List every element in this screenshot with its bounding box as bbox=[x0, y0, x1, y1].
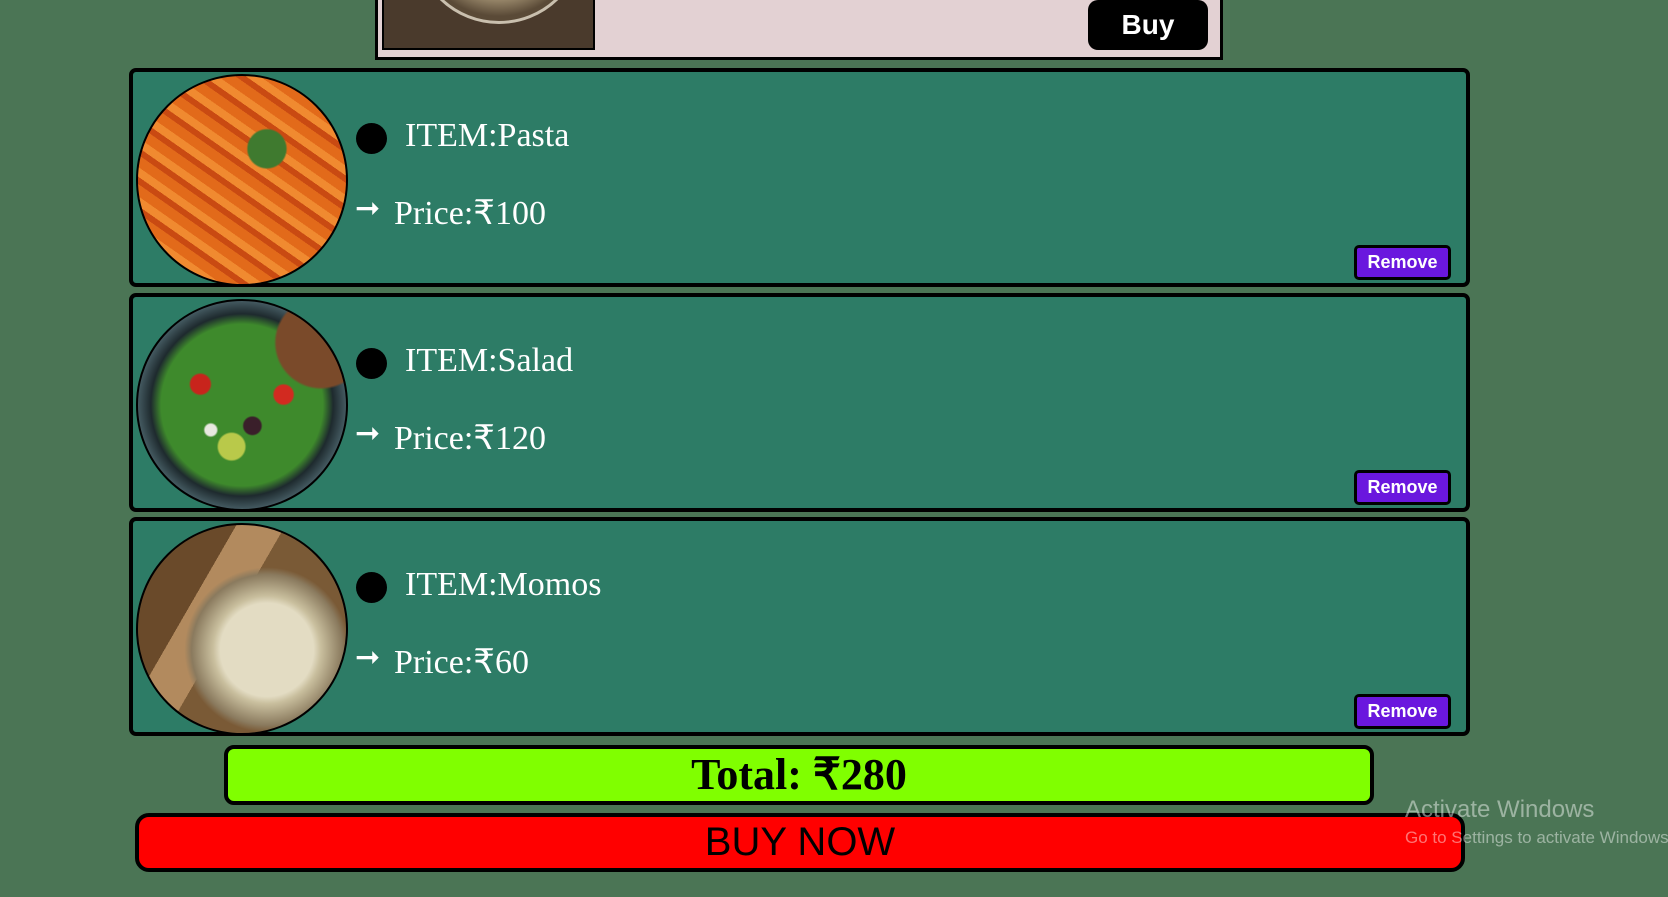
cart-item-momos: ITEM:Momos ➞ Price:₹60 Remove bbox=[129, 517, 1470, 736]
arrow-right-icon: ➞ bbox=[355, 191, 381, 226]
buy-now-button[interactable]: BUY NOW bbox=[135, 813, 1465, 872]
item-price: Price:₹60 bbox=[394, 644, 529, 681]
product-card-momos: Buy bbox=[375, 0, 1223, 60]
cart-item-salad: ITEM:Salad ➞ Price:₹120 Remove bbox=[129, 293, 1470, 512]
arrow-right-icon: ➞ bbox=[355, 640, 381, 675]
arrow-right-icon: ➞ bbox=[355, 416, 381, 451]
item-name: ITEM:Salad bbox=[405, 342, 574, 379]
item-name: ITEM:Pasta bbox=[405, 117, 570, 154]
buy-button[interactable]: Buy bbox=[1088, 0, 1208, 50]
salad-image bbox=[136, 299, 348, 511]
remove-button-momos[interactable]: Remove bbox=[1354, 694, 1451, 729]
item-price: Price:₹120 bbox=[394, 420, 546, 457]
bullet-icon bbox=[356, 348, 387, 379]
bullet-icon bbox=[356, 123, 387, 154]
remove-button-salad[interactable]: Remove bbox=[1354, 470, 1451, 505]
item-price: Price:₹100 bbox=[394, 195, 546, 232]
bullet-icon bbox=[356, 572, 387, 603]
momos-image bbox=[136, 523, 348, 735]
pasta-image bbox=[136, 74, 348, 286]
item-name: ITEM:Momos bbox=[405, 566, 602, 603]
momos-thumbnail bbox=[382, 0, 595, 50]
momos-plate-image bbox=[414, 0, 584, 24]
cart-item-pasta: ITEM:Pasta ➞ Price:₹100 Remove bbox=[129, 68, 1470, 287]
cart-total: Total: ₹280 bbox=[224, 745, 1374, 805]
remove-button-pasta[interactable]: Remove bbox=[1354, 245, 1451, 280]
